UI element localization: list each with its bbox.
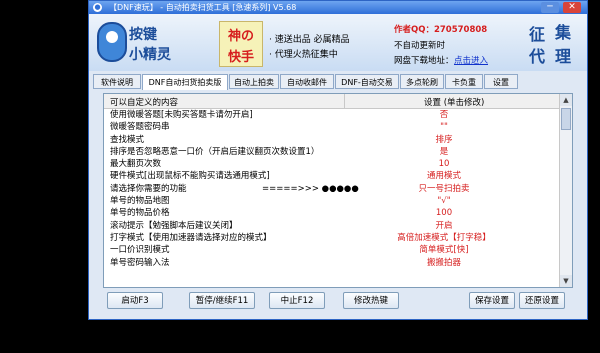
setting-name: 请选择你需要的功能 bbox=[110, 183, 187, 194]
header-setting: 设置 (单击修改) bbox=[424, 98, 485, 108]
agent-recruit-logo: 征 集 代 理 bbox=[525, 19, 581, 67]
table-row[interactable]: 微暖答题密码串 "" bbox=[104, 121, 560, 133]
promo-line-2: · 代理火热征集中 bbox=[269, 50, 338, 60]
stop-button[interactable]: 中止F12 bbox=[269, 292, 325, 309]
shen-line-1: 神の bbox=[227, 29, 254, 44]
setting-name: 单号的物品价格 bbox=[110, 208, 170, 219]
tab-settings[interactable]: 设置 bbox=[484, 74, 518, 89]
tab-auto-mail[interactable]: 自动收邮件 bbox=[280, 74, 334, 89]
setting-value[interactable]: 简单模式[快] bbox=[359, 244, 529, 256]
close-button[interactable]: ✕ bbox=[563, 2, 581, 13]
setting-value[interactable]: "" bbox=[359, 121, 529, 133]
promo-line-1: · 速送出品 必属精品 bbox=[269, 35, 350, 45]
setting-name: 单号密码输入法 bbox=[110, 257, 170, 268]
save-settings-button[interactable]: 保存设置 bbox=[469, 292, 515, 309]
download-link[interactable]: 点击进入 bbox=[454, 54, 488, 66]
table-row[interactable]: 一口价识别模式 简单模式[快] bbox=[104, 244, 560, 256]
setting-name: 排序是否忽略恶意一口价（开启后建议翻页次数设置1） bbox=[110, 146, 320, 157]
start-button[interactable]: 启动F3 bbox=[107, 292, 163, 309]
tab-multi-point[interactable]: 多点轮刷 bbox=[400, 74, 444, 89]
setting-value[interactable]: 通用模式 bbox=[359, 170, 529, 182]
tab-auto-trade[interactable]: DNF-自动交易 bbox=[335, 74, 399, 89]
edit-hotkey-button[interactable]: 修改热键 bbox=[343, 292, 399, 309]
table-row[interactable]: 使用微暖答题[未购买答题卡请勿开启] 否 bbox=[104, 109, 560, 121]
tab-software-info[interactable]: 软件说明 bbox=[93, 74, 141, 89]
author-qq: 作者QQ：270570808 bbox=[394, 25, 488, 35]
table-row[interactable]: 单号的物品地图 "√" bbox=[104, 195, 560, 207]
window-title: 【DNF速玩】 - 自动拍卖扫货工具 [急速系列] V5.68 bbox=[109, 3, 297, 12]
table-row[interactable]: 排序是否忽略恶意一口价（开启后建议翻页次数设置1） 是 bbox=[104, 146, 560, 158]
table-body: 使用微暖答题[未购买答题卡请勿开启] 否微暖答题密码串 "" 查找模式 排序 排序是否忽略… bbox=[104, 109, 560, 269]
app-window: ● 【DNF速玩】 - 自动拍卖扫货工具 [急速系列] V5.68 ─ ✕ 按键… bbox=[88, 0, 588, 320]
setting-name: 滚动提示【勉强脚本后建议关闭】 bbox=[110, 220, 238, 231]
setting-value[interactable]: "√" bbox=[359, 195, 529, 207]
setting-value[interactable]: 10 bbox=[359, 158, 529, 170]
setting-indicator: =====>>> ●●●●● bbox=[262, 183, 359, 194]
table-row[interactable]: 查找模式 排序 bbox=[104, 134, 560, 146]
shen-line-2: 快手 bbox=[227, 50, 254, 65]
setting-name: 一口价识别模式 bbox=[110, 245, 170, 256]
recruit-char-4: 理 bbox=[555, 47, 572, 66]
setting-name: 微暖答题密码串 bbox=[110, 122, 170, 133]
table-row[interactable]: 单号的物品价格 100 bbox=[104, 207, 560, 219]
logo-line-2: 小精灵 bbox=[129, 47, 171, 63]
tab-bar: 软件说明 DNF自动扫货拍卖版 自动上拍卖 自动收邮件 DNF-自动交易 多点轮… bbox=[93, 74, 583, 90]
table-header: 可以自定义的内容 设置 (单击修改) bbox=[104, 94, 560, 109]
recruit-char-3: 代 bbox=[529, 47, 546, 66]
setting-value[interactable]: 搬搬拍器 bbox=[359, 257, 529, 269]
setting-value[interactable]: 只一号扫拍卖 bbox=[359, 183, 529, 195]
table-row[interactable]: 单号密码输入法 搬搬拍器 bbox=[104, 257, 560, 269]
setting-value[interactable]: 100 bbox=[359, 207, 529, 219]
setting-name: 硬件模式[出现鼠标不能购买请选通用模式] bbox=[110, 171, 270, 182]
scroll-down-icon[interactable]: ▼ bbox=[560, 275, 572, 287]
shen-badge: 神の 快手 bbox=[219, 21, 263, 67]
header-content: 可以自定义的内容 bbox=[110, 98, 179, 108]
app-icon: ● bbox=[93, 3, 102, 12]
download-label: 网盘下载地址： bbox=[394, 56, 454, 66]
tab-auto-list[interactable]: 自动上拍卖 bbox=[229, 74, 279, 89]
restore-settings-button[interactable]: 还原设置 bbox=[519, 292, 565, 309]
minimize-button[interactable]: ─ bbox=[541, 2, 559, 13]
recruit-char-1: 征 bbox=[529, 25, 546, 44]
table-row[interactable]: 硬件模式[出现鼠标不能购买请选通用模式] 通用模式 bbox=[104, 170, 560, 182]
mascot-icon bbox=[97, 22, 127, 62]
setting-name: 单号的物品地图 bbox=[110, 196, 170, 207]
setting-value[interactable]: 开启 bbox=[359, 220, 529, 232]
setting-value[interactable]: 排序 bbox=[359, 134, 529, 146]
setting-name: 最大翻页次数 bbox=[110, 159, 162, 170]
header-banner: 按键 小精灵 神の 快手 · 速送出品 必属精品 · 代理火热征集中 作者QQ：… bbox=[89, 14, 587, 71]
recruit-char-2: 集 bbox=[555, 23, 572, 42]
setting-value[interactable]: 是 bbox=[359, 146, 529, 158]
tab-auction-scan[interactable]: DNF自动扫货拍卖版 bbox=[142, 74, 228, 90]
setting-name: 打字模式【使用加速器请选择对应的模式】 bbox=[110, 232, 272, 243]
app-logo: 按键 小精灵 bbox=[95, 20, 173, 66]
vertical-scrollbar[interactable]: ▲ ▼ bbox=[559, 94, 572, 287]
scroll-thumb[interactable] bbox=[561, 108, 571, 130]
auto-update-text: 不自动更新时 bbox=[394, 41, 446, 51]
setting-name: 使用微暖答题[未购买答题卡请勿开启] bbox=[110, 110, 253, 120]
setting-value[interactable]: 高倍加速模式【打字稳】 bbox=[359, 232, 529, 244]
settings-table: 可以自定义的内容 设置 (单击修改) 使用微暖答题[未购买答题卡请勿开启] 否微暖… bbox=[103, 93, 573, 288]
table-row[interactable]: 最大翻页次数 10 bbox=[104, 158, 560, 170]
title-bar[interactable]: ● 【DNF速玩】 - 自动拍卖扫货工具 [急速系列] V5.68 ─ ✕ bbox=[89, 1, 587, 14]
setting-name: 查找模式 bbox=[110, 134, 145, 145]
tab-weight[interactable]: 卡负重 bbox=[445, 74, 483, 89]
table-row[interactable]: 滚动提示【勉强脚本后建议关闭】 开启 bbox=[104, 220, 560, 232]
setting-value[interactable]: 否 bbox=[359, 109, 529, 121]
scroll-up-icon[interactable]: ▲ bbox=[560, 94, 572, 106]
header-divider bbox=[344, 94, 345, 108]
logo-line-1: 按键 bbox=[129, 27, 157, 43]
table-row[interactable]: 打字模式【使用加速器请选择对应的模式】 高倍加速模式【打字稳】 bbox=[104, 232, 560, 244]
pause-continue-button[interactable]: 暂停/继续F11 bbox=[189, 292, 255, 309]
table-row[interactable]: 请选择你需要的功能 =====>>> ●●●●● 只一号扫拍卖 bbox=[104, 183, 560, 195]
